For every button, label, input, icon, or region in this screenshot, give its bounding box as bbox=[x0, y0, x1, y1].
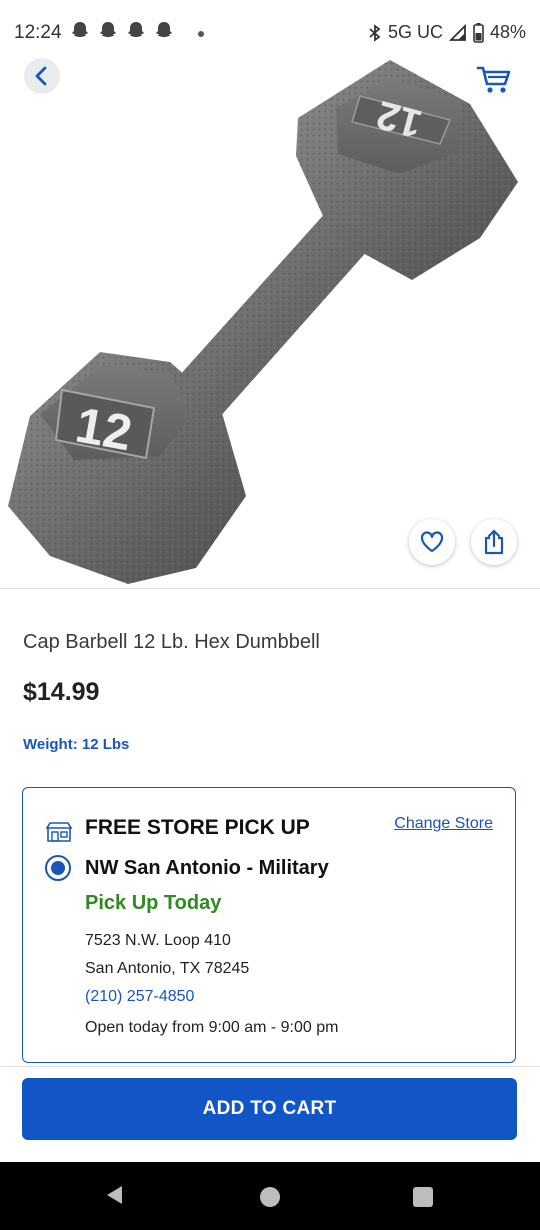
back-button[interactable] bbox=[24, 58, 60, 94]
nav-recents-icon[interactable] bbox=[413, 1187, 433, 1207]
battery-icon bbox=[473, 22, 484, 43]
ghost-icon bbox=[128, 22, 144, 37]
product-title: Cap Barbell 12 Lb. Hex Dumbbell bbox=[23, 631, 320, 653]
store-icon bbox=[46, 822, 72, 842]
battery-level: 48% bbox=[489, 22, 526, 42]
signal-icon bbox=[448, 23, 466, 41]
store-pickup-card: FREE STORE PICK UP Change Store NW San A… bbox=[22, 787, 516, 1063]
bluetooth-icon bbox=[369, 23, 381, 42]
notification-icons bbox=[70, 21, 174, 41]
cta-separator bbox=[0, 1066, 540, 1067]
favorite-button[interactable] bbox=[409, 519, 455, 565]
ghost-icon bbox=[156, 22, 172, 37]
store-address-line1: 7523 N.W. Loop 410 bbox=[85, 932, 231, 949]
product-price: $14.99 bbox=[23, 678, 100, 706]
network-label: 5G UC bbox=[387, 22, 443, 42]
system-nav-bar bbox=[0, 1162, 540, 1230]
store-radio[interactable] bbox=[45, 855, 71, 881]
add-to-cart-button[interactable]: ADD TO CART bbox=[22, 1078, 517, 1140]
cart-icon[interactable] bbox=[476, 64, 512, 96]
radio-selected-dot bbox=[51, 861, 65, 875]
share-icon bbox=[484, 529, 504, 555]
weight-option[interactable]: Weight: 12 Lbs bbox=[23, 736, 129, 753]
pickup-availability: Pick Up Today bbox=[85, 892, 222, 914]
store-phone-link[interactable]: (210) 257-4850 bbox=[85, 988, 194, 1006]
store-name: NW San Antonio - Military bbox=[85, 857, 329, 879]
ghost-icon bbox=[100, 22, 116, 37]
status-time: 12:24 bbox=[14, 22, 62, 43]
chevron-left-icon bbox=[35, 66, 47, 86]
dot-icon bbox=[198, 31, 204, 37]
store-address-line2: San Antonio, TX 78245 bbox=[85, 960, 250, 977]
change-store-link[interactable]: Change Store bbox=[394, 815, 493, 833]
product-image: 12 12 bbox=[8, 60, 518, 584]
status-right: 5G UC 48% bbox=[368, 22, 526, 43]
store-hours: Open today from 9:00 am - 9:00 pm bbox=[85, 1019, 339, 1036]
ghost-icon bbox=[72, 22, 88, 37]
hero-weight-number: 12 bbox=[72, 397, 137, 462]
divider bbox=[0, 588, 540, 589]
status-bar: 12:24 5G UC 48% bbox=[0, 0, 540, 64]
heart-icon bbox=[420, 531, 444, 553]
nav-home-icon[interactable] bbox=[260, 1187, 280, 1207]
nav-back-icon[interactable] bbox=[104, 1184, 126, 1206]
share-button[interactable] bbox=[471, 519, 517, 565]
pickup-heading: FREE STORE PICK UP bbox=[85, 816, 310, 839]
